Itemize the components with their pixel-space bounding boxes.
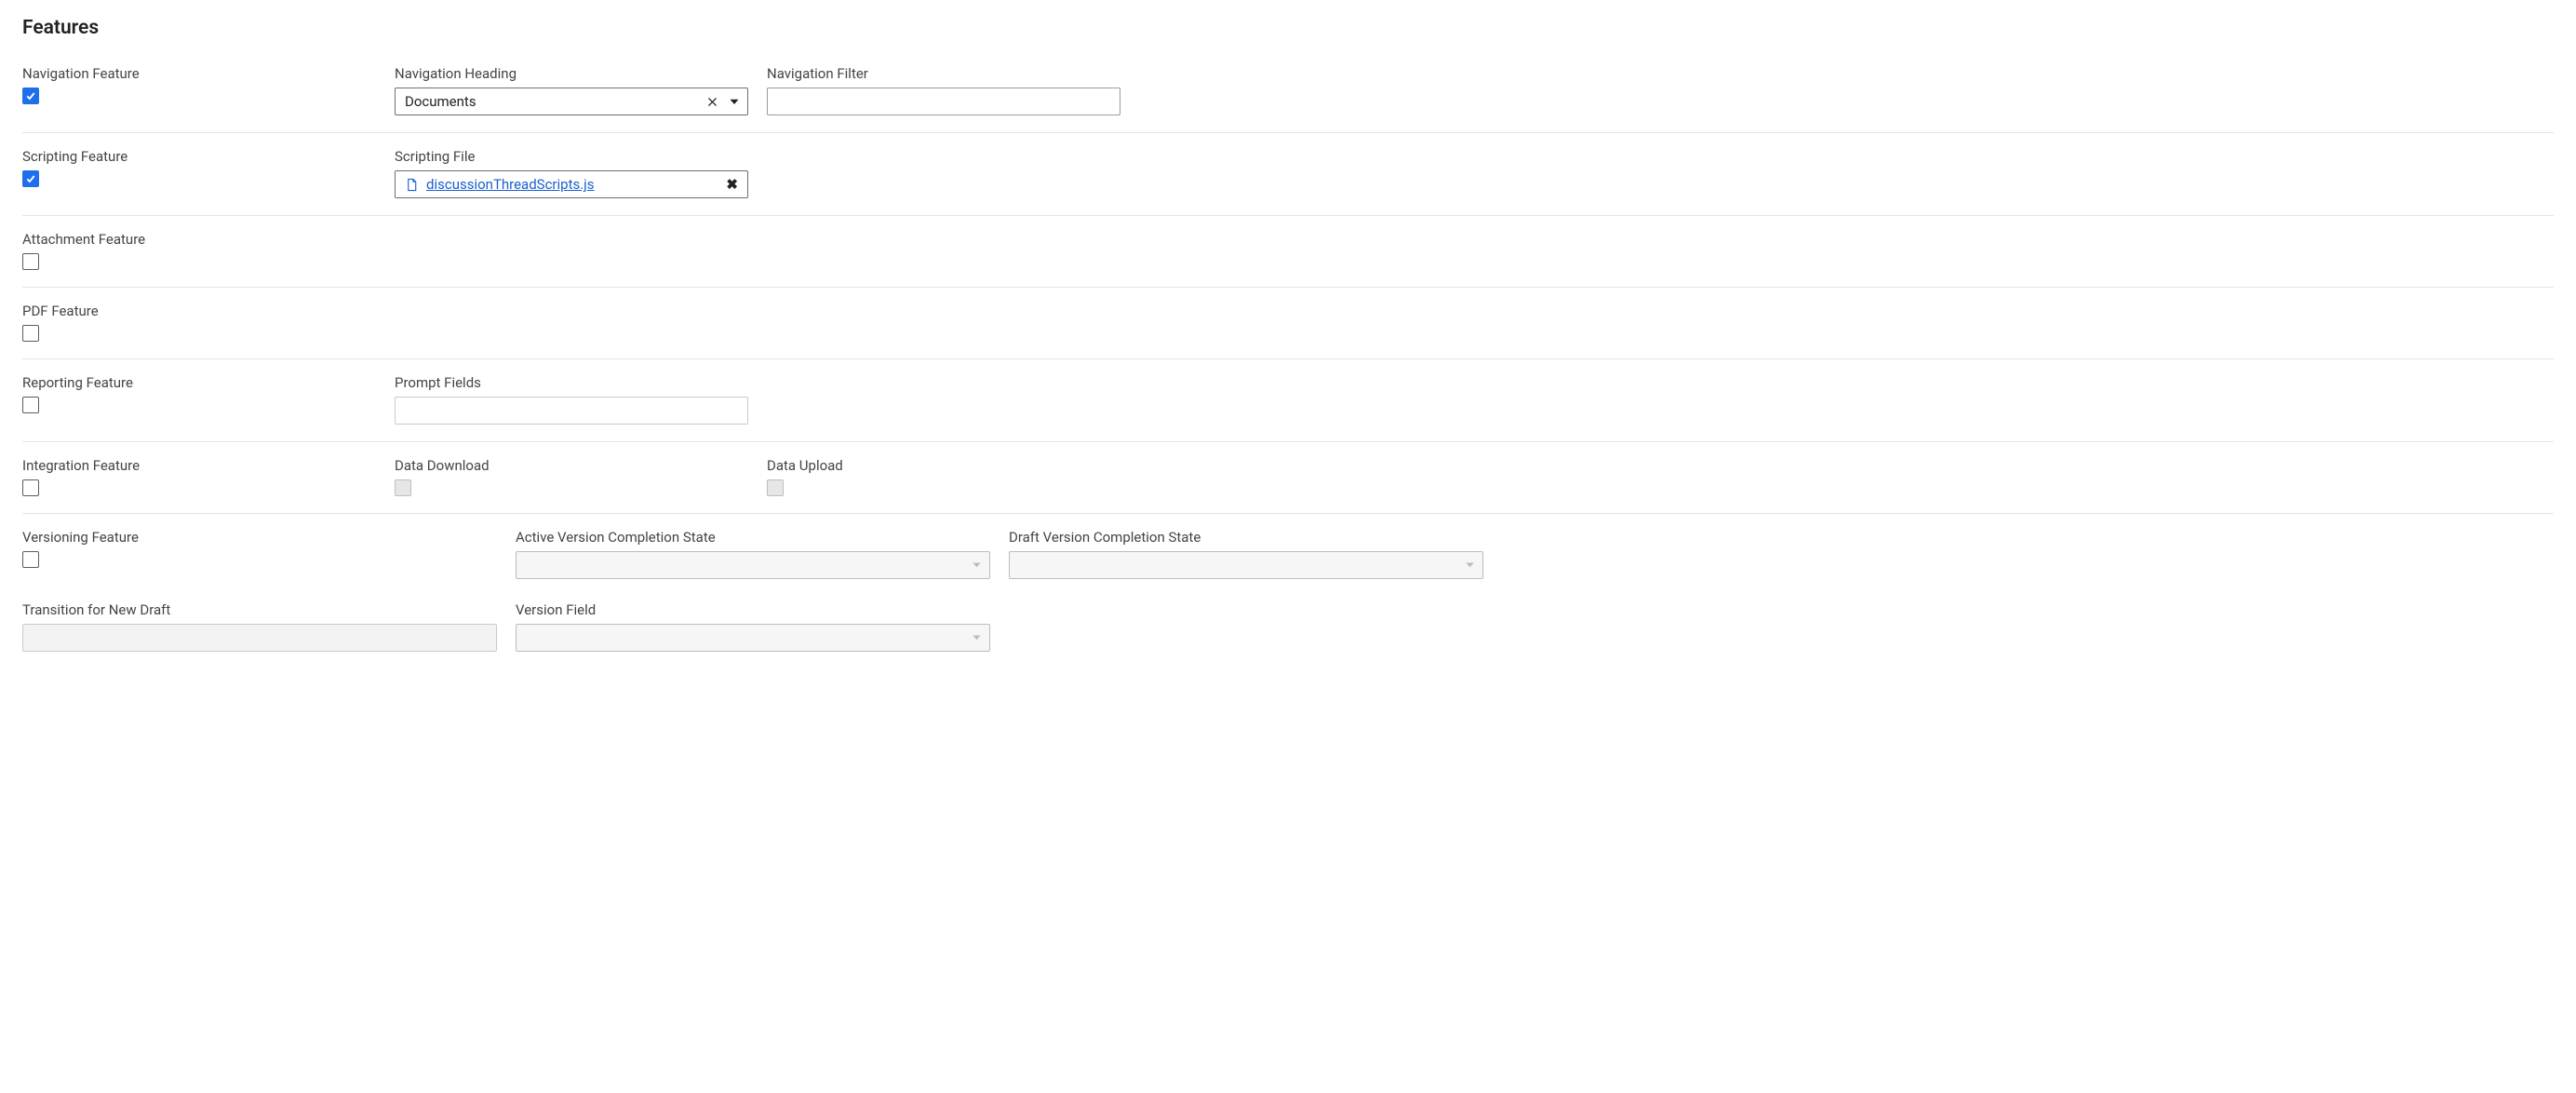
row-pdf: PDF Feature [22,303,2554,359]
navigation-heading-combobox[interactable]: Documents [395,88,748,115]
active-version-select[interactable] [516,551,990,579]
navigation-filter-label: Navigation Filter [767,65,1120,82]
check-icon [25,90,36,101]
chevron-down-icon [972,557,982,573]
remove-file-icon[interactable]: ✖ [726,176,738,193]
clear-icon[interactable] [704,94,719,109]
draft-version-select[interactable] [1009,551,1483,579]
chevron-down-icon[interactable] [727,94,742,109]
navigation-heading-value: Documents [405,93,704,110]
active-version-label: Active Version Completion State [516,529,990,546]
data-download-checkbox [395,479,411,496]
reporting-feature-label: Reporting Feature [22,374,376,391]
prompt-fields-label: Prompt Fields [395,374,748,391]
chevron-down-icon [1465,557,1475,573]
section-title: Features [22,17,2554,39]
data-upload-label: Data Upload [767,457,1120,474]
row-reporting: Reporting Feature Prompt Fields [22,374,2554,442]
attachment-feature-label: Attachment Feature [22,231,376,248]
row-versioning-1: Versioning Feature Active Version Comple… [22,529,2554,596]
row-integration: Integration Feature Data Download Data U… [22,457,2554,514]
row-navigation: Navigation Feature Navigation Heading Do… [22,65,2554,133]
row-scripting: Scripting Feature Scripting File discuss… [22,148,2554,216]
version-field-label: Version Field [516,601,990,618]
data-download-label: Data Download [395,457,748,474]
prompt-fields-input[interactable] [395,397,748,425]
integration-feature-label: Integration Feature [22,457,376,474]
scripting-feature-label: Scripting Feature [22,148,376,165]
integration-feature-checkbox[interactable] [22,479,39,496]
data-upload-checkbox [767,479,784,496]
navigation-heading-label: Navigation Heading [395,65,748,82]
chevron-down-icon [972,629,982,646]
scripting-file-box: discussionThreadScripts.js ✖ [395,170,748,198]
file-icon [405,178,419,192]
row-versioning-2: Transition for New Draft Version Field [22,596,2554,668]
pdf-feature-label: PDF Feature [22,303,376,319]
scripting-file-label: Scripting File [395,148,748,165]
transition-label: Transition for New Draft [22,601,497,618]
versioning-feature-label: Versioning Feature [22,529,497,546]
reporting-feature-checkbox[interactable] [22,397,39,413]
draft-version-label: Draft Version Completion State [1009,529,1483,546]
transition-input [22,624,497,652]
navigation-filter-input[interactable] [767,88,1120,115]
pdf-feature-checkbox[interactable] [22,325,39,342]
scripting-file-link[interactable]: discussionThreadScripts.js [426,176,718,193]
attachment-feature-checkbox[interactable] [22,253,39,270]
check-icon [25,173,36,184]
row-attachment: Attachment Feature [22,231,2554,288]
navigation-feature-checkbox[interactable] [22,88,39,104]
navigation-feature-label: Navigation Feature [22,65,376,82]
scripting-feature-checkbox[interactable] [22,170,39,187]
version-field-select[interactable] [516,624,990,652]
versioning-feature-checkbox[interactable] [22,551,39,568]
